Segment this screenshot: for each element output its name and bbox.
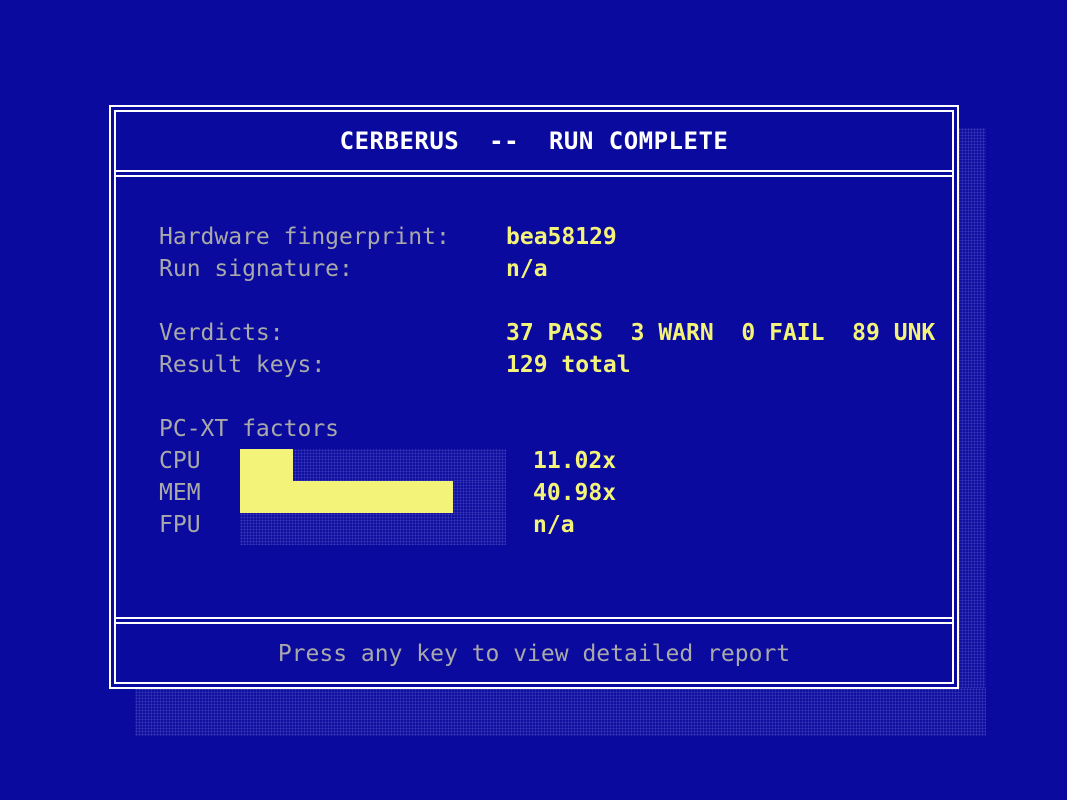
cpu-factor-bar-track: [240, 449, 506, 481]
result-keys-label: Result keys:: [159, 352, 326, 378]
mem-factor-label: MEM: [159, 480, 201, 506]
fpu-factor-label: FPU: [159, 512, 201, 538]
hardware-fingerprint-value: bea58129: [506, 224, 617, 250]
cpu-factor-value: 11.02x: [533, 448, 617, 474]
dialog-shadow-bottom: [135, 688, 986, 736]
cpu-factor-label: CPU: [159, 448, 201, 474]
mem-factor-bar-fill: [240, 481, 453, 513]
press-any-key-prompt[interactable]: Press any key to view detailed report: [116, 624, 952, 684]
run-signature-value: n/a: [506, 256, 548, 282]
cpu-factor-bar-fill: [240, 449, 293, 481]
mem-factor-bar-track: [240, 481, 506, 513]
run-signature-label: Run signature:: [159, 256, 353, 282]
dialog-title: CERBERUS -- RUN COMPLETE: [339, 127, 729, 155]
fpu-factor-bar-track: [240, 513, 506, 545]
dialog-shadow-right: [958, 128, 986, 736]
verdicts-value: 37 PASS 3 WARN 0 FAIL 89 UNK: [506, 320, 936, 346]
result-keys-value: 129 total: [506, 352, 631, 378]
hardware-fingerprint-label: Hardware fingerprint:: [159, 224, 450, 250]
verdicts-label: Verdicts:: [159, 320, 284, 346]
mem-factor-value: 40.98x: [533, 480, 617, 506]
results-dialog: [116, 112, 952, 682]
pc-xt-factors-heading: PC-XT factors: [159, 416, 340, 442]
fpu-factor-value: n/a: [533, 512, 575, 538]
